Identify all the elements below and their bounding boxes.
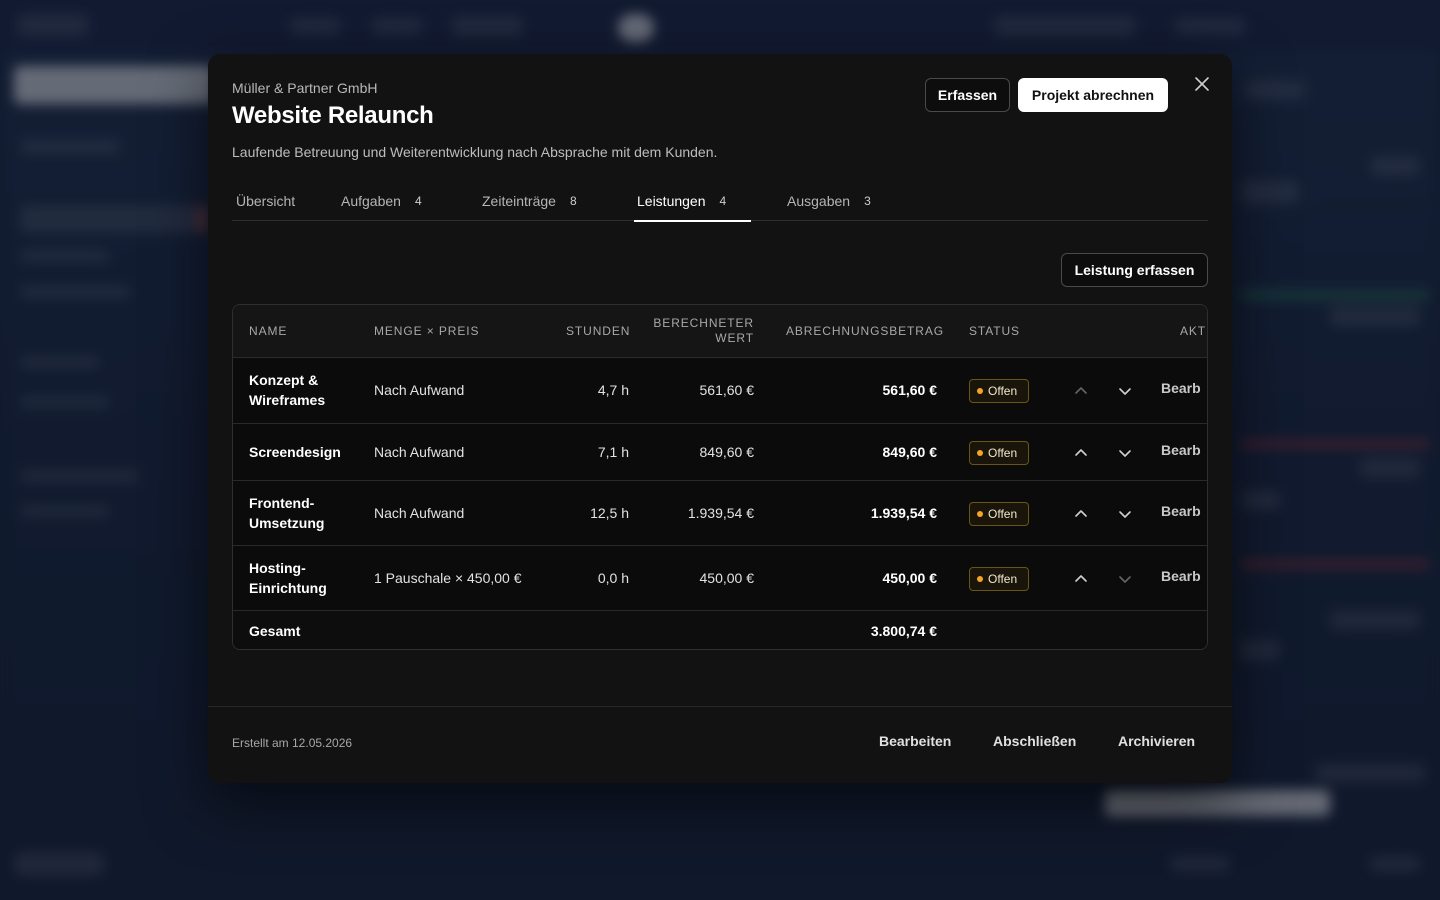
chevron-down-icon[interactable] (1117, 383, 1133, 399)
tab-label: Aufgaben (341, 192, 401, 209)
service-name: Hosting- Einrichtung (249, 560, 327, 596)
table-row: Konzept & Wireframes Nach Aufwand 4,7 h 5… (233, 357, 1207, 423)
tab-services[interactable]: Leistungen 4 (634, 180, 751, 222)
edit-button[interactable]: Bearbeiten (879, 733, 951, 749)
calc-value: 561,60 € (699, 382, 755, 398)
project-description: Laufende Betreuung und Weiterentwicklung… (232, 144, 718, 160)
close-icon[interactable] (1192, 74, 1212, 94)
tab-count: 4 (719, 193, 727, 208)
chevron-up-icon[interactable] (1073, 383, 1089, 399)
client-name: Müller & Partner GmbH (232, 80, 378, 96)
billing-amount: 561,60 € (882, 382, 938, 398)
tab-label: Übersicht (236, 192, 296, 209)
qty-price: 1 Pauschale × 450,00 € (374, 570, 522, 586)
archive-button[interactable]: Archivieren (1118, 733, 1195, 749)
project-title: Website Relaunch (232, 102, 434, 129)
chevron-up-icon[interactable] (1073, 445, 1089, 461)
table-row: Hosting- Einrichtung 1 Pauschale × 450,00… (233, 545, 1207, 610)
bill-project-button[interactable]: Projekt abrechnen (1018, 78, 1168, 112)
status-badge: Offen (969, 502, 1029, 526)
tab-overview[interactable]: Übersicht (236, 180, 295, 221)
column-header: ABRECHNUNGSBETRAG (786, 324, 944, 338)
chevron-down-icon[interactable] (1117, 445, 1133, 461)
tab-count: 3 (864, 193, 871, 208)
column-header: AKT (1180, 324, 1207, 338)
row-edit-button[interactable]: Bearb (1161, 503, 1201, 519)
complete-button[interactable]: Abschließen (993, 733, 1076, 749)
tab-time-entries[interactable]: Zeiteinträge 8 (482, 180, 577, 221)
qty-price: Nach Aufwand (374, 382, 465, 398)
services-table: NAME MENGE × PREIS STUNDEN BERECHNETER W… (232, 304, 1208, 650)
chevron-up-icon[interactable] (1073, 506, 1089, 522)
column-header: MENGE × PREIS (374, 324, 480, 338)
calc-value: 450,00 € (699, 570, 755, 586)
dialog-footer: Erstellt am 12.05.2026 Bearbeiten Abschl… (208, 706, 1232, 783)
billing-amount: 849,60 € (882, 444, 938, 460)
chevron-down-icon[interactable] (1117, 571, 1133, 587)
service-name: Screendesign (249, 444, 341, 460)
created-date: Erstellt am 12.05.2026 (232, 736, 353, 750)
table-row: Frontend- Umsetzung Nach Aufwand 12,5 h 1… (233, 480, 1207, 545)
add-service-button[interactable]: Leistung erfassen (1061, 253, 1208, 287)
chevron-up-icon[interactable] (1073, 571, 1089, 587)
status-badge: Offen (969, 441, 1029, 465)
status-badge: Offen (969, 379, 1029, 403)
tab-label: Ausgaben (787, 192, 851, 209)
table-header: NAME MENGE × PREIS STUNDEN BERECHNETER W… (233, 305, 1207, 357)
row-edit-button[interactable]: Bearb (1161, 568, 1201, 584)
chevron-down-icon[interactable] (1117, 506, 1133, 522)
status-badge: Offen (969, 567, 1029, 591)
tab-label: Zeiteinträge (482, 192, 556, 209)
service-name: Konzept & Wireframes (249, 372, 326, 408)
service-name: Frontend- Umsetzung (249, 495, 325, 531)
row-edit-button[interactable]: Bearb (1161, 380, 1201, 396)
billing-amount: 1.939,54 € (870, 505, 937, 521)
qty-price: Nach Aufwand (374, 444, 465, 460)
table-row: Screendesign Nach Aufwand 7,1 h 849,60 €… (233, 423, 1207, 480)
tab-count: 4 (414, 193, 422, 208)
column-header: BERECHNETER WERT (653, 316, 754, 345)
tab-bar: Übersicht Aufgaben 4 Zeiteinträge 8 Leis… (232, 180, 1208, 222)
tab-label: Leistungen (637, 192, 706, 209)
table-total-row: Gesamt 3.800,74 € (233, 610, 1207, 649)
total-label: Gesamt (249, 623, 301, 639)
row-edit-button[interactable]: Bearb (1161, 442, 1201, 458)
column-header: STUNDEN (566, 324, 631, 338)
qty-price: Nach Aufwand (374, 505, 465, 521)
capture-button[interactable]: Erfassen (925, 78, 1010, 112)
calc-value: 1.939,54 € (687, 505, 754, 521)
tab-count: 8 (569, 193, 577, 208)
project-dialog: Müller & Partner GmbH Website Relaunch L… (208, 54, 1232, 783)
billing-amount: 450,00 € (882, 570, 938, 586)
tab-tasks[interactable]: Aufgaben 4 (341, 180, 422, 221)
hours: 4,7 h (597, 382, 629, 398)
calc-value: 849,60 € (699, 444, 755, 460)
total-amount: 3.800,74 € (870, 623, 937, 639)
hours: 7,1 h (597, 444, 629, 460)
column-header: STATUS (969, 324, 1020, 338)
column-header: NAME (249, 324, 288, 338)
hours: 12,5 h (590, 505, 629, 521)
tab-expenses[interactable]: Ausgaben 3 (787, 180, 871, 221)
hours: 0,0 h (597, 570, 629, 586)
